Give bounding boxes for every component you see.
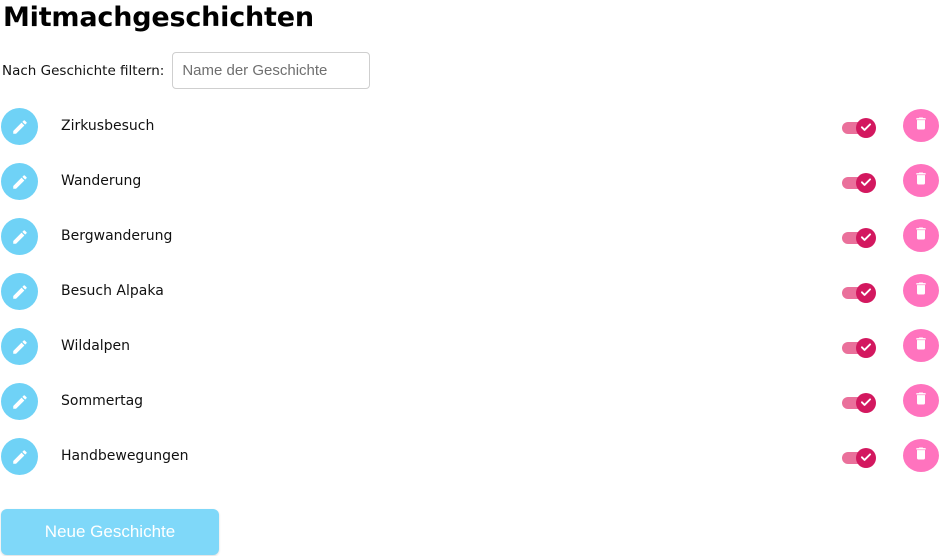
story-active-toggle[interactable] — [842, 338, 876, 358]
story-list: Zirkusbesuch Wanderung Bergwanderung Besuch… — [0, 108, 945, 493]
trash-icon — [913, 444, 929, 467]
toggle-knob — [856, 283, 876, 303]
check-icon — [859, 284, 873, 303]
check-icon — [859, 449, 873, 468]
story-row: Wildalpen — [0, 328, 945, 383]
story-row: Besuch Alpaka — [0, 273, 945, 328]
edit-story-button[interactable] — [1, 163, 38, 200]
story-active-toggle[interactable] — [842, 228, 876, 248]
story-name: Sommertag — [61, 393, 144, 409]
check-icon — [859, 394, 873, 413]
toggle-knob — [856, 228, 876, 248]
pencil-icon — [11, 448, 29, 466]
trash-icon — [913, 279, 929, 302]
edit-story-button[interactable] — [1, 328, 38, 365]
story-name: Wildalpen — [61, 338, 131, 354]
check-icon — [859, 339, 873, 358]
toggle-knob — [856, 173, 876, 193]
story-name: Bergwanderung — [61, 228, 173, 244]
trash-icon — [913, 114, 929, 137]
trash-icon — [913, 169, 929, 192]
story-row: Bergwanderung — [0, 218, 945, 273]
check-icon — [859, 174, 873, 193]
story-name: Handbewegungen — [61, 448, 189, 464]
pencil-icon — [11, 393, 29, 411]
toggle-knob — [856, 393, 876, 413]
story-active-toggle[interactable] — [842, 118, 876, 138]
story-active-toggle[interactable] — [842, 393, 876, 413]
story-name: Zirkusbesuch — [61, 118, 155, 134]
edit-story-button[interactable] — [1, 273, 38, 310]
new-story-button[interactable]: Neue Geschichte — [1, 509, 219, 555]
edit-story-button[interactable] — [1, 108, 38, 145]
story-filter-input[interactable] — [172, 52, 371, 89]
check-icon — [859, 119, 873, 138]
pencil-icon — [11, 118, 29, 136]
toggle-knob — [856, 448, 876, 468]
story-name: Besuch Alpaka — [61, 283, 164, 299]
trash-icon — [913, 389, 929, 412]
delete-story-button[interactable] — [903, 384, 939, 417]
story-row: Zirkusbesuch — [0, 108, 945, 163]
story-row: Sommertag — [0, 383, 945, 438]
edit-story-button[interactable] — [1, 383, 38, 420]
toggle-knob — [856, 118, 876, 138]
story-active-toggle[interactable] — [842, 283, 876, 303]
pencil-icon — [11, 228, 29, 246]
trash-icon — [913, 224, 929, 247]
delete-story-button[interactable] — [903, 219, 939, 252]
filter-label: Nach Geschichte filtern: — [2, 62, 165, 79]
edit-story-button[interactable] — [1, 438, 38, 475]
trash-icon — [913, 334, 929, 357]
delete-story-button[interactable] — [903, 164, 939, 197]
page-title: Mitmachgeschichten — [3, 2, 314, 33]
story-active-toggle[interactable] — [842, 173, 876, 193]
filter-row: Nach Geschichte filtern: — [2, 52, 371, 89]
toggle-knob — [856, 338, 876, 358]
story-name: Wanderung — [61, 173, 142, 189]
delete-story-button[interactable] — [903, 274, 939, 307]
story-row: Handbewegungen — [0, 438, 945, 493]
story-row: Wanderung — [0, 163, 945, 218]
delete-story-button[interactable] — [903, 109, 939, 142]
story-active-toggle[interactable] — [842, 448, 876, 468]
pencil-icon — [11, 283, 29, 301]
edit-story-button[interactable] — [1, 218, 38, 255]
pencil-icon — [11, 338, 29, 356]
check-icon — [859, 229, 873, 248]
delete-story-button[interactable] — [903, 439, 939, 472]
delete-story-button[interactable] — [903, 329, 939, 362]
pencil-icon — [11, 173, 29, 191]
